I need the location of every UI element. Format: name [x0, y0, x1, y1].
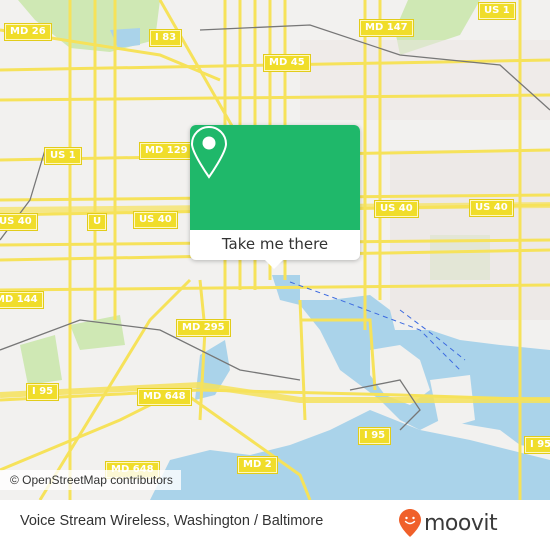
moovit-pin-icon [399, 509, 421, 537]
route-shield-md295: MD 295 [176, 319, 231, 337]
popup-pointer [265, 260, 283, 269]
route-shield-us40: U [86, 213, 108, 231]
urban-area [390, 150, 550, 320]
take-me-there-button[interactable]: Take me there [190, 230, 360, 260]
route-shield-md648: MD 648 [137, 388, 192, 406]
moovit-wordmark: moovit [424, 510, 498, 536]
route-shield-us1: US 1 [478, 2, 516, 20]
moovit-logo[interactable]: moovit [398, 508, 498, 538]
route-shield-md45: MD 45 [263, 54, 311, 72]
map-attribution[interactable]: © OpenStreetMap contributors [0, 470, 181, 490]
popup-header [190, 125, 360, 230]
route-shield-md2: MD 2 [237, 456, 278, 474]
route-shield-i95: I 95 [25, 383, 60, 401]
route-shield-i95: I 95 [357, 427, 392, 445]
map-view[interactable]: MD 26 I 83 MD 147 US 1 MD 45 MD 129 US 1… [0, 0, 550, 500]
urban-area [300, 40, 550, 120]
route-shield-i95: I 95 [523, 436, 550, 454]
location-title: Voice Stream Wireless, Washington / Balt… [20, 513, 324, 529]
map-pin-icon [190, 125, 228, 179]
footer: Voice Stream Wireless, Washington / Balt… [0, 500, 550, 550]
route-shield-md129: MD 129 [139, 142, 194, 160]
route-shield-i83: I 83 [148, 29, 183, 47]
route-shield-us40: US 40 [133, 211, 178, 229]
route-shield-us1: US 1 [44, 147, 82, 165]
route-shield-md144: MD 144 [0, 291, 44, 309]
route-shield-us40: US 40 [469, 199, 514, 217]
park-area [20, 335, 62, 385]
location-popup[interactable]: Take me there [190, 125, 360, 269]
route-shield-us40: US 40 [374, 200, 419, 218]
route-shield-md26: MD 26 [4, 23, 52, 41]
route-shield-md147: MD 147 [359, 19, 414, 37]
route-shield-us40: US 40 [0, 213, 38, 231]
